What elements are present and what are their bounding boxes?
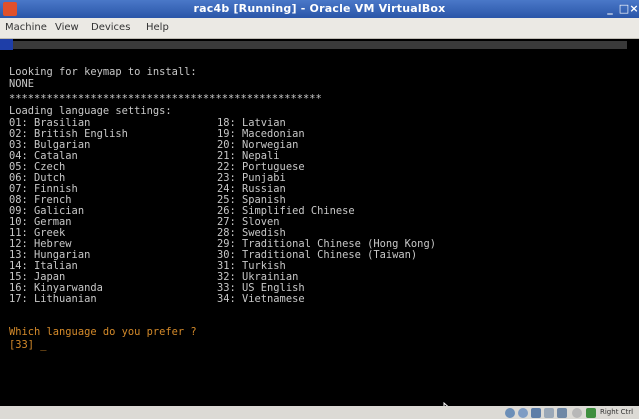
hard-disk-icon[interactable] bbox=[505, 408, 515, 418]
menu-bar: Machine View Devices Help bbox=[0, 18, 639, 39]
close-button[interactable]: × bbox=[629, 2, 639, 15]
window-title: rac4b [Running] - Oracle VM VirtualBox bbox=[193, 2, 446, 15]
console-line-stars: ****************************************… bbox=[9, 93, 322, 105]
network-icon[interactable] bbox=[531, 408, 541, 418]
menu-machine[interactable]: Machine bbox=[5, 22, 47, 33]
host-key-label: Right Ctrl bbox=[600, 408, 634, 416]
optical-drive-icon[interactable] bbox=[518, 408, 528, 418]
console-line-loading: Loading language settings: bbox=[9, 105, 172, 117]
shared-folders-icon[interactable] bbox=[557, 408, 567, 418]
virtualbox-window: rac4b [Running] - Oracle VM VirtualBox _… bbox=[0, 0, 639, 419]
vm-console-screen[interactable]: Looking for keymap to install: NONE ****… bbox=[0, 50, 639, 406]
language-option: 17: Lithuanian bbox=[9, 293, 97, 305]
minimize-button[interactable]: _ bbox=[603, 2, 617, 15]
mouse-integration-icon[interactable] bbox=[572, 408, 582, 418]
console-line-none: NONE bbox=[9, 78, 35, 90]
title-bar[interactable]: rac4b [Running] - Oracle VM VirtualBox _… bbox=[0, 0, 639, 18]
mouse-pointer-icon bbox=[443, 402, 449, 406]
usb-icon[interactable] bbox=[544, 408, 554, 418]
menu-view[interactable]: View bbox=[55, 22, 79, 33]
console-line-keymap: Looking for keymap to install: bbox=[9, 66, 197, 78]
progress-track bbox=[13, 41, 627, 49]
console-input-line[interactable]: [33] _ bbox=[9, 340, 47, 351]
language-prompt: Which language do you prefer ? bbox=[9, 326, 197, 338]
language-option: 34: Vietnamese bbox=[217, 293, 305, 305]
menu-help[interactable]: Help bbox=[146, 22, 169, 33]
status-bar: Right Ctrl bbox=[0, 407, 639, 419]
progress-fill bbox=[0, 39, 13, 50]
host-key-icon bbox=[586, 408, 596, 418]
menu-devices[interactable]: Devices bbox=[91, 22, 130, 33]
